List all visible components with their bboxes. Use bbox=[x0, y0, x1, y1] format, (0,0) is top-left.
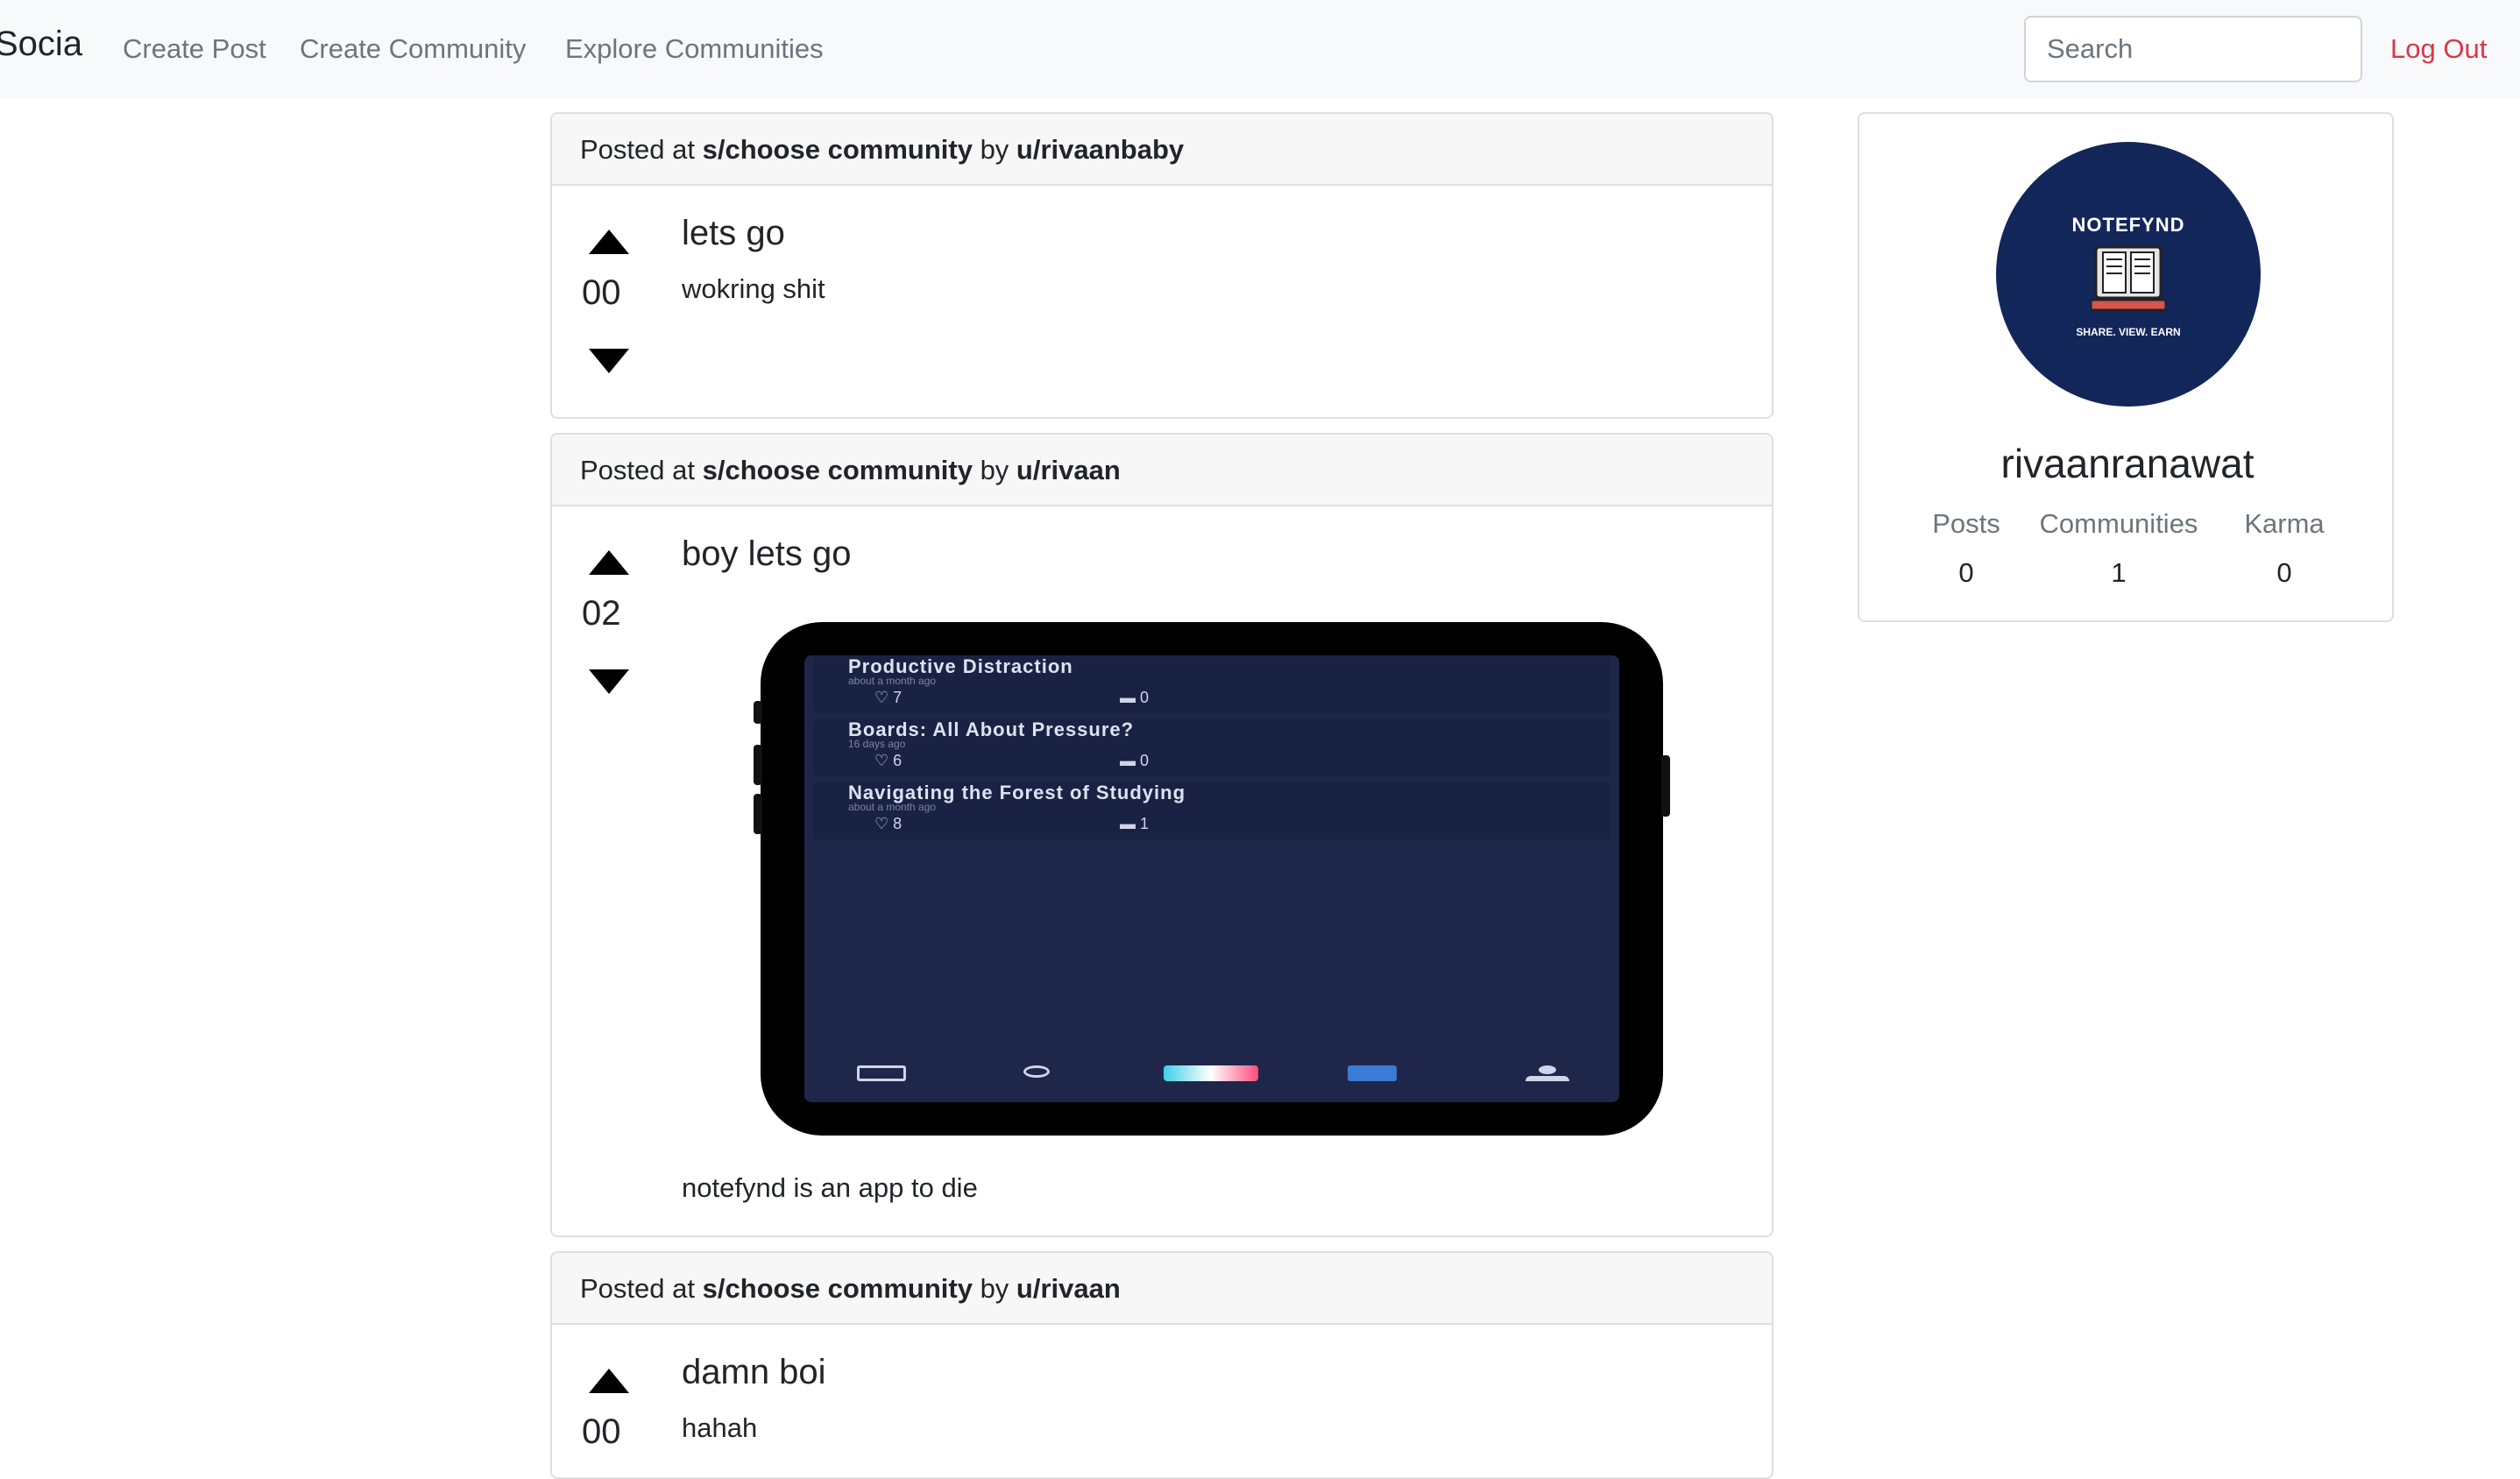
phone-button bbox=[754, 701, 762, 724]
vote-count: 02 bbox=[582, 594, 621, 633]
feed-time: about a month ago bbox=[848, 801, 937, 813]
posted-at-label: Posted at bbox=[580, 1273, 703, 1304]
comment-count: 0 bbox=[1140, 752, 1150, 769]
document-icon bbox=[1348, 1065, 1400, 1083]
phone-button bbox=[754, 794, 762, 834]
comment-count: 1 bbox=[1140, 815, 1150, 832]
post-card: Posted at s/choose community by u/rivaan… bbox=[550, 433, 1773, 1237]
post-header: Posted at s/choose community by u/rivaan bbox=[552, 1253, 1772, 1325]
logout-link[interactable]: Log Out bbox=[2390, 33, 2487, 65]
nav-create-community[interactable]: Create Community bbox=[300, 33, 526, 65]
stat-value-communities: 1 bbox=[2111, 557, 2127, 588]
post-text: hahah bbox=[682, 1412, 758, 1443]
post-header: Posted at s/choose community by u/rivaan bbox=[552, 435, 1772, 506]
heart-icon: ♡ 7 bbox=[874, 689, 903, 706]
feed-time: about a month ago bbox=[848, 675, 937, 687]
feed-item: Boards: All About Pressure? 16 days ago … bbox=[813, 718, 1610, 776]
search-input[interactable] bbox=[2024, 16, 2362, 82]
brand-logo[interactable]: Socia bbox=[0, 25, 82, 64]
downvote-icon[interactable] bbox=[589, 669, 629, 694]
post-card: Posted at s/choose community by u/rivaan… bbox=[550, 1251, 1773, 1479]
post-title[interactable]: lets go bbox=[682, 214, 785, 253]
by-label: by bbox=[972, 134, 1016, 165]
like-count: 7 bbox=[893, 689, 903, 706]
phone-button bbox=[1661, 755, 1670, 817]
feed-item: Navigating the Forest of Studying about … bbox=[813, 782, 1610, 839]
pdf-icon bbox=[857, 1065, 910, 1083]
post-text: notefynd is an app to die bbox=[682, 1172, 978, 1203]
stat-value-posts: 0 bbox=[1958, 557, 1974, 588]
vote-count: 00 bbox=[582, 1412, 621, 1451]
avatar-tagline: SHARE. VIEW. EARN bbox=[2076, 326, 2181, 338]
comment-icon: ▬ 0 bbox=[1120, 752, 1150, 769]
heart-icon: ♡ 6 bbox=[874, 752, 903, 769]
nav-explore-communities[interactable]: Explore Communities bbox=[565, 33, 824, 65]
avatar[interactable]: NOTEFYND SHARE. VIEW. EARN bbox=[1996, 142, 2261, 407]
laptop-book-icon bbox=[2091, 245, 2166, 312]
heart-icon: ♡ 8 bbox=[874, 815, 903, 832]
upvote-icon[interactable] bbox=[589, 230, 629, 254]
profile-icon bbox=[1521, 1065, 1574, 1083]
community-link[interactable]: s/choose community bbox=[703, 455, 973, 485]
like-count: 6 bbox=[893, 752, 903, 769]
comment-count: 0 bbox=[1140, 689, 1150, 706]
add-post-icon bbox=[1164, 1065, 1260, 1083]
by-label: by bbox=[972, 455, 1016, 485]
community-link[interactable]: s/choose community bbox=[703, 134, 973, 165]
feed-time: 16 days ago bbox=[848, 738, 906, 750]
feed-item: Productive Distraction about a month ago… bbox=[813, 655, 1610, 713]
search-icon bbox=[1023, 1065, 1067, 1083]
profile-username: rivaanranawat bbox=[2000, 441, 2255, 486]
upvote-icon[interactable] bbox=[589, 1369, 629, 1393]
nav-create-post[interactable]: Create Post bbox=[123, 33, 266, 65]
by-label: by bbox=[972, 1273, 1016, 1304]
like-count: 8 bbox=[893, 815, 903, 832]
author-link[interactable]: u/rivaan bbox=[1016, 1273, 1121, 1304]
navbar: Socia Create Post Create Community Explo… bbox=[0, 0, 2520, 98]
post-title[interactable]: boy lets go bbox=[682, 534, 851, 574]
stat-label-communities: Communities bbox=[2039, 508, 2198, 539]
author-link[interactable]: u/rivaan bbox=[1016, 455, 1121, 485]
comment-icon: ▬ 1 bbox=[1120, 815, 1150, 832]
stat-label-posts: Posts bbox=[1932, 508, 2000, 539]
upvote-icon[interactable] bbox=[589, 550, 629, 575]
post-title[interactable]: damn boi bbox=[682, 1353, 826, 1392]
stat-value-karma: 0 bbox=[2276, 557, 2292, 588]
post-image: Productive Distraction about a month ago… bbox=[754, 622, 1670, 1136]
comment-icon: ▬ 0 bbox=[1120, 689, 1150, 706]
avatar-logo-text: NOTEFYND bbox=[2071, 214, 2185, 236]
downvote-icon[interactable] bbox=[589, 349, 629, 373]
phone-button bbox=[754, 745, 762, 785]
vote-count: 00 bbox=[582, 273, 621, 312]
community-link[interactable]: s/choose community bbox=[703, 1273, 973, 1304]
posted-at-label: Posted at bbox=[580, 134, 703, 165]
post-text: wokring shit bbox=[682, 273, 825, 304]
profile-card: NOTEFYND SHARE. VIEW. EARN rivaanranawat… bbox=[1858, 112, 2394, 622]
author-link[interactable]: u/rivaanbaby bbox=[1016, 134, 1184, 165]
phone-screen: Productive Distraction about a month ago… bbox=[804, 655, 1619, 1102]
stat-label-karma: Karma bbox=[2244, 508, 2325, 539]
post-header: Posted at s/choose community by u/rivaan… bbox=[552, 114, 1772, 186]
post-card: Posted at s/choose community by u/rivaan… bbox=[550, 112, 1773, 419]
posted-at-label: Posted at bbox=[580, 455, 703, 485]
